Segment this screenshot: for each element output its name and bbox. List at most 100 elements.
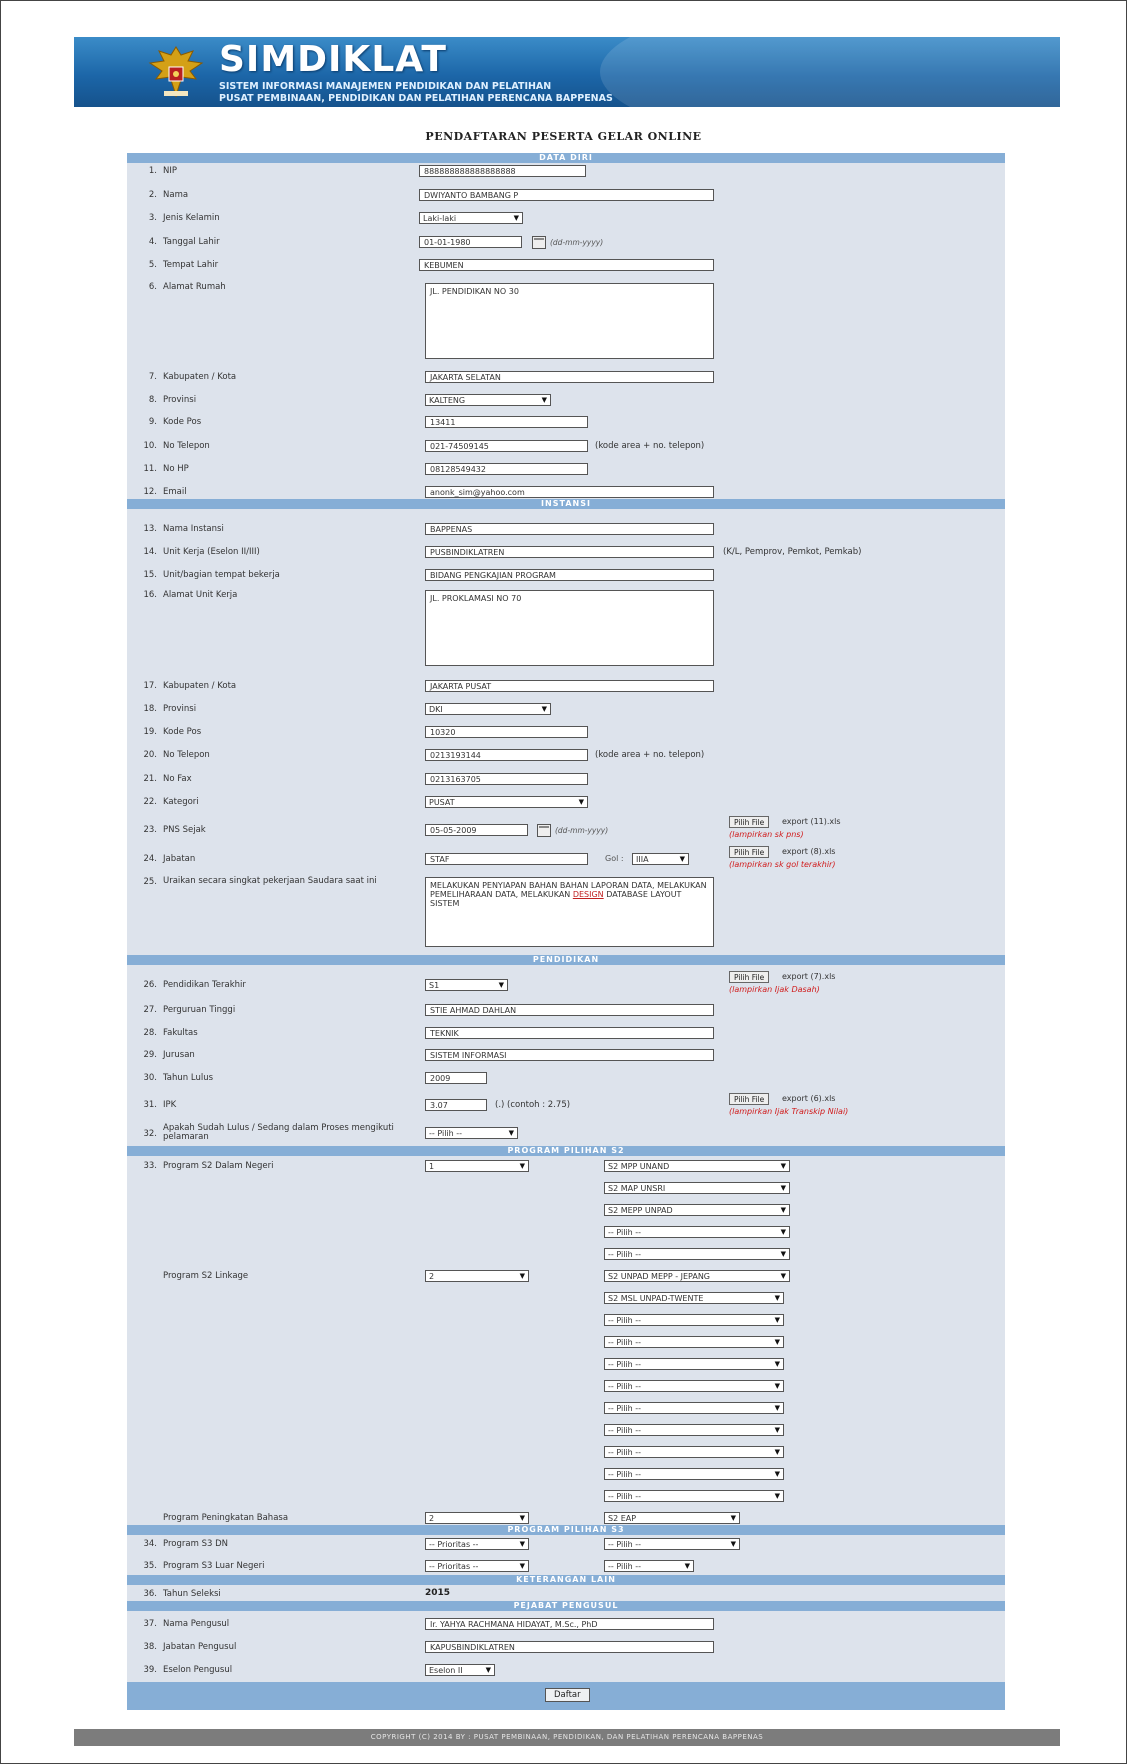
ipk-input[interactable]: 3.07 (425, 1099, 487, 1111)
row-number: 8. (148, 395, 157, 405)
kode-pos-input[interactable]: 13411 (425, 416, 588, 428)
no-telepon-unit-input[interactable]: 0213193144 (425, 749, 588, 761)
gol-select[interactable]: IIIA ▼ (632, 853, 689, 865)
chevron-down-icon: ▼ (780, 1162, 786, 1170)
registration-form: DATA DIRI 1. NIP 888888888888888888 2. N… (127, 153, 1005, 1710)
tahun-lulus-input[interactable]: 2009 (425, 1072, 487, 1084)
no-telepon-input[interactable]: 021-74509145 (425, 440, 588, 452)
alamat-rumah-textarea[interactable]: JL. PENDIDIKAN NO 30 (425, 283, 714, 359)
app-title: SIMDIKLAT (219, 39, 447, 80)
program-s2-dn-option[interactable]: S2 MPP UNAND ▼ (604, 1160, 790, 1172)
provinsi-unit-select[interactable]: DKI ▼ (425, 703, 551, 715)
program-s2-dn-option[interactable]: -- Pilih -- ▼ (604, 1226, 790, 1238)
row-number: 17. (143, 681, 157, 691)
program-s2-linkage-option[interactable]: -- Pilih -- ▼ (604, 1358, 784, 1370)
kabupaten-unit-input[interactable]: JAKARTA PUSAT (425, 680, 714, 692)
row-number: 9. (148, 417, 157, 427)
row-number: 38. (143, 1642, 157, 1652)
unit-bagian-input[interactable]: BIDANG PENGKAJIAN PROGRAM (425, 569, 714, 581)
program-s2-linkage-option[interactable]: S2 MSL UNPAD-TWENTE ▼ (604, 1292, 784, 1304)
program-s2-linkage-option[interactable]: -- Pilih -- ▼ (604, 1490, 784, 1502)
kode-pos-unit-input[interactable]: 10320 (425, 726, 588, 738)
program-s2-dn-option[interactable]: S2 MAP UNSRI ▼ (604, 1182, 790, 1194)
uraian-textarea[interactable]: MELAKUKAN PENYIAPAN BAHAN BAHAN LAPORAN … (425, 877, 714, 947)
pns-sejak-input[interactable]: 05-05-2009 (425, 824, 528, 836)
row-number: 32. (143, 1129, 157, 1139)
footer-copyright: COPYRIGHT (C) 2014 BY : PUSAT PEMBINAAN,… (74, 1729, 1060, 1746)
choose-file-button[interactable]: Pilih File (729, 971, 770, 983)
program-s2-linkage-option[interactable]: -- Pilih -- ▼ (604, 1402, 784, 1414)
provinsi-select[interactable]: KALTENG ▼ (425, 394, 551, 406)
select-value: -- Prioritas -- (429, 1562, 479, 1571)
perguruan-tinggi-label: Perguruan Tinggi (163, 1005, 236, 1015)
choose-file-button[interactable]: Pilih File (729, 1093, 770, 1105)
kabupaten-input[interactable]: JAKARTA SELATAN (425, 371, 714, 383)
select-value: S2 MAP UNSRI (608, 1184, 666, 1193)
no-fax-input[interactable]: 0213163705 (425, 773, 588, 785)
program-s2-dn-option[interactable]: S2 MEPP UNPAD ▼ (604, 1204, 790, 1216)
fakultas-input[interactable]: TEKNIK (425, 1027, 714, 1039)
program-s3-dn-choice-select[interactable]: -- Pilih -- ▼ (604, 1538, 740, 1550)
form-title: PENDAFTARAN PESERTA GELAR ONLINE (425, 130, 702, 143)
nama-pengusul-input[interactable]: Ir. YAHYA RACHMANA HIDAYAT, M.Sc., PhD (425, 1618, 714, 1630)
daftar-button[interactable]: Daftar (545, 1688, 590, 1702)
no-hp-input[interactable]: 08128549432 (425, 463, 588, 475)
program-s2-dn-count-select[interactable]: 1 ▼ (425, 1160, 529, 1172)
choose-file-button[interactable]: Pilih File (729, 846, 770, 858)
alamat-unit-textarea[interactable]: JL. PROKLAMASI NO 70 (425, 590, 714, 666)
nama-input[interactable]: DWIYANTO BAMBANG P (419, 189, 714, 201)
jabatan-label: Jabatan (163, 854, 196, 864)
program-s2-linkage-option[interactable]: S2 UNPAD MEPP - JEPANG ▼ (604, 1270, 790, 1282)
program-s3-ln-choice-select[interactable]: -- Pilih -- ▼ (604, 1560, 694, 1572)
select-value: -- Pilih -- (429, 1129, 463, 1138)
file-note: (lampirkan Ijak Transkip Nilai) (729, 1107, 849, 1116)
kabupaten-unit-label: Kabupaten / Kota (163, 681, 237, 691)
row-number: 24. (143, 854, 157, 864)
program-bahasa-count-select[interactable]: 2 ▼ (425, 1512, 529, 1524)
program-s2-linkage-option[interactable]: -- Pilih -- ▼ (604, 1314, 784, 1326)
pendidikan-terakhir-label: Pendidikan Terakhir (163, 980, 246, 990)
kategori-select[interactable]: PUSAT ▼ (425, 796, 588, 808)
tanggal-lahir-input[interactable]: 01-01-1980 (419, 236, 522, 248)
jenis-kelamin-select[interactable]: Laki-laki ▼ (419, 212, 523, 224)
perguruan-tinggi-input[interactable]: STIE AHMAD DAHLAN (425, 1004, 714, 1016)
garuda-emblem-icon (148, 46, 204, 98)
kode-pos-label: Kode Pos (163, 417, 202, 427)
chevron-down-icon: ▼ (780, 1206, 786, 1214)
chevron-down-icon: ▼ (519, 1272, 525, 1280)
tempat-lahir-input[interactable]: KEBUMEN (419, 259, 714, 271)
program-bahasa-option[interactable]: S2 EAP ▼ (604, 1512, 740, 1524)
alamat-unit-label: Alamat Unit Kerja (163, 590, 238, 600)
calendar-icon[interactable] (537, 824, 551, 837)
select-value: S2 EAP (608, 1514, 637, 1523)
select-value: S2 UNPAD MEPP - JEPANG (608, 1272, 710, 1281)
chevron-down-icon: ▼ (780, 1250, 786, 1258)
banner-decoration (600, 37, 1060, 107)
pendidikan-terakhir-select[interactable]: S1 ▼ (425, 979, 508, 991)
program-s2-linkage-option[interactable]: -- Pilih -- ▼ (604, 1446, 784, 1458)
select-value: S2 MPP UNAND (608, 1162, 670, 1171)
section-pejabat: PEJABAT PENGUSUL (127, 1601, 1005, 1611)
eselon-pengusul-select[interactable]: Eselon II ▼ (425, 1664, 495, 1676)
program-s2-linkage-option[interactable]: -- Pilih -- ▼ (604, 1468, 784, 1480)
chevron-down-icon: ▼ (679, 855, 685, 863)
calendar-icon[interactable] (532, 236, 546, 249)
unit-kerja-input[interactable]: PUSBINDIKLATREN (425, 546, 714, 558)
program-s2-linkage-count-select[interactable]: 2 ▼ (425, 1270, 529, 1282)
program-s3-dn-priority-select[interactable]: -- Prioritas -- ▼ (425, 1538, 529, 1550)
email-input[interactable]: anonk_sim@yahoo.com (425, 486, 714, 498)
program-s3-ln-priority-select[interactable]: -- Prioritas -- ▼ (425, 1560, 529, 1572)
nip-input[interactable]: 888888888888888888 (419, 165, 586, 177)
program-s2-dn-option[interactable]: -- Pilih -- ▼ (604, 1248, 790, 1260)
jurusan-input[interactable]: SISTEM INFORMASI (425, 1049, 714, 1061)
choose-file-button[interactable]: Pilih File (729, 816, 770, 828)
jabatan-input[interactable]: STAF (425, 853, 588, 865)
nama-instansi-input[interactable]: BAPPENAS (425, 523, 714, 535)
program-s2-linkage-option[interactable]: -- Pilih -- ▼ (604, 1424, 784, 1436)
chevron-down-icon: ▼ (498, 981, 504, 989)
program-s2-linkage-option[interactable]: -- Pilih -- ▼ (604, 1380, 784, 1392)
program-s2-linkage-option[interactable]: -- Pilih -- ▼ (604, 1336, 784, 1348)
row-number: 16. (143, 590, 157, 600)
sudah-lulus-select[interactable]: -- Pilih -- ▼ (425, 1127, 518, 1139)
jabatan-pengusul-input[interactable]: KAPUSBINDIKLATREN (425, 1641, 714, 1653)
